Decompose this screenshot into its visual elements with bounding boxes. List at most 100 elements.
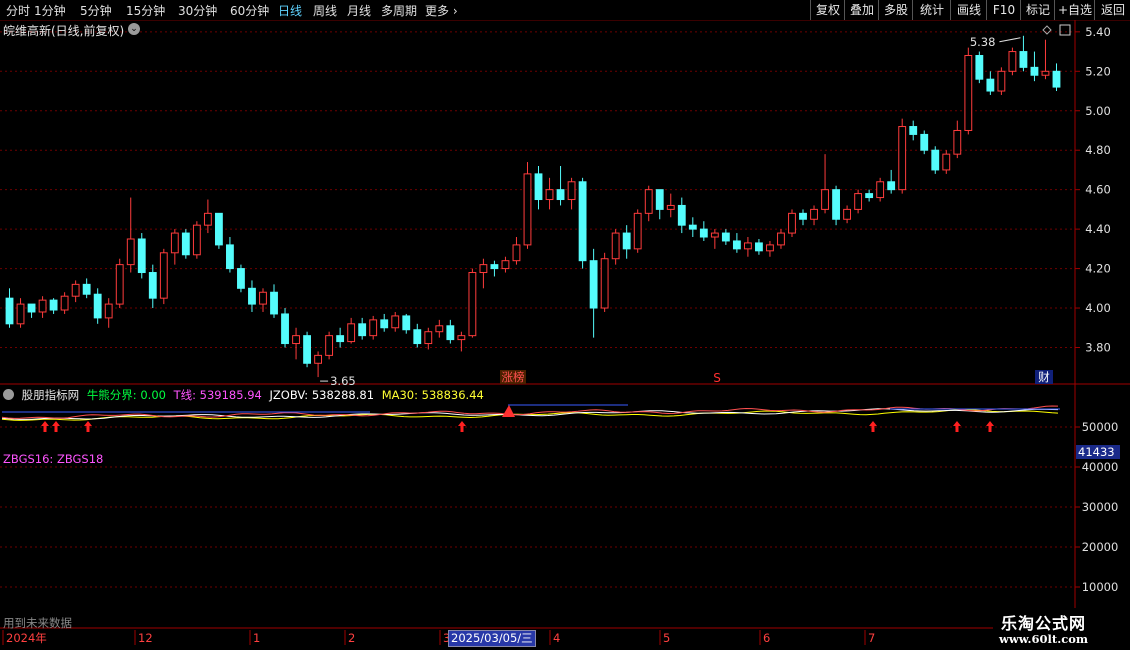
candle-body	[589, 260, 598, 309]
candle-body	[479, 264, 488, 274]
candle-body	[402, 315, 411, 331]
candle-body	[148, 272, 157, 299]
candle-body	[358, 323, 367, 337]
buy-arrow-icon-5	[953, 421, 961, 432]
settings-circle-icon[interactable]	[3, 389, 14, 400]
watermark: 乐淘公式网 www.60lt.com	[993, 608, 1130, 650]
candle-body	[1008, 51, 1017, 72]
zhangting-marker[interactable]: 涨榜	[502, 370, 525, 384]
candle-body	[49, 299, 58, 311]
candle-body	[1019, 51, 1028, 68]
candle-body	[997, 70, 1006, 92]
chevron-down-icon[interactable]: ⌄	[128, 23, 140, 35]
candle-body	[942, 153, 951, 171]
candle-body	[644, 189, 653, 214]
candle-body	[953, 129, 962, 155]
stock-title: 皖维高新(日线,前复权)	[3, 24, 125, 38]
price-tick-label-5: 4.40	[1085, 222, 1111, 236]
price-tick-label-7: 4.00	[1085, 301, 1111, 315]
date-label-2: 1	[253, 631, 260, 645]
diamond-icon[interactable]	[1042, 25, 1052, 35]
candle-body	[159, 252, 168, 299]
candle-body	[314, 354, 323, 364]
candle-body	[380, 319, 389, 329]
price-tick-label-3: 4.80	[1085, 143, 1111, 157]
candle-body	[699, 228, 708, 238]
candle-body	[137, 238, 146, 274]
candle-body	[214, 212, 223, 246]
date-label-3: 2	[348, 631, 355, 645]
candle-body	[457, 335, 466, 341]
candle-body	[104, 303, 113, 319]
candle-body	[876, 181, 885, 199]
candle-body	[622, 232, 631, 250]
candle-body	[1030, 66, 1039, 76]
candle-body	[578, 181, 587, 262]
candle-body	[446, 325, 455, 341]
indicator-name: 股朋指标网	[21, 388, 80, 402]
candle-body	[5, 297, 14, 325]
candle-body	[964, 55, 973, 131]
s-marker[interactable]: S	[713, 371, 721, 385]
candle-body	[799, 212, 807, 220]
date-label-6: 5	[663, 631, 670, 645]
candle-body	[721, 232, 730, 242]
candle-body	[633, 212, 642, 250]
candle-body	[237, 268, 245, 289]
candle-body	[126, 238, 135, 266]
candle-body	[270, 291, 278, 315]
candle-body	[369, 319, 378, 337]
window-toggle-icon[interactable]	[1059, 24, 1071, 36]
candle-body	[931, 149, 940, 171]
candle-body	[975, 55, 984, 80]
candle-body	[655, 189, 664, 210]
price-tick-label-4: 4.60	[1085, 183, 1111, 197]
kline-chart[interactable]: 5.40 5.20 5.00 4.80 4.60 4.40 4.20 4.00 3.80 5.38…	[0, 0, 1130, 650]
candle-body	[413, 329, 422, 345]
high-price-label: 5.38	[970, 35, 996, 49]
cai-marker[interactable]: 财	[1038, 370, 1050, 384]
candle-body	[1052, 70, 1061, 88]
candle-body	[666, 204, 675, 210]
watermark-line2: www.60lt.com	[999, 632, 1089, 646]
buy-arrow-icon-0	[41, 421, 49, 432]
candle-body	[788, 212, 796, 234]
candle-body	[71, 283, 80, 297]
price-tick-label-6: 4.20	[1085, 262, 1111, 276]
jzobv-label: JZOBV: 538288.81	[269, 388, 375, 402]
candle-body	[777, 232, 785, 246]
candle-body	[490, 264, 499, 270]
candle-body	[391, 315, 400, 329]
candle-body	[60, 295, 69, 311]
low-price-label: 3.65	[330, 374, 356, 388]
candle-body	[755, 242, 763, 252]
candle-body	[766, 244, 774, 252]
candle-body	[303, 335, 311, 364]
candle-body	[259, 291, 267, 305]
candle-body	[424, 331, 433, 345]
future-data-note: 用到未来数据	[3, 616, 72, 630]
ma30-label: MA30: 538836.44	[381, 388, 484, 402]
candle-body	[887, 181, 896, 191]
price-tick-label-1: 5.20	[1085, 64, 1111, 78]
candle-body	[810, 208, 818, 220]
candle-body	[732, 240, 741, 250]
candle-body	[534, 173, 543, 201]
indicator-tick-label-3: 20000	[1082, 540, 1119, 554]
buy-arrow-icon-6	[986, 421, 994, 432]
candle-body	[567, 181, 576, 201]
watermark-line1: 乐淘公式网	[1001, 614, 1087, 633]
t-label: T线: 539185.94	[173, 388, 262, 402]
candle-body	[281, 313, 289, 345]
candle-body	[677, 204, 686, 226]
price-tick-label-8: 3.80	[1085, 340, 1111, 354]
candle-body	[688, 224, 697, 230]
candle-body	[16, 303, 25, 325]
candle-body	[226, 244, 234, 270]
candle-body	[181, 232, 190, 256]
candle-body	[821, 189, 829, 210]
candle-body	[854, 193, 863, 210]
indicator-tick-label-0: 50000	[1082, 420, 1119, 434]
candle-body	[710, 232, 719, 238]
price-tick-label-0: 5.40	[1085, 25, 1111, 39]
